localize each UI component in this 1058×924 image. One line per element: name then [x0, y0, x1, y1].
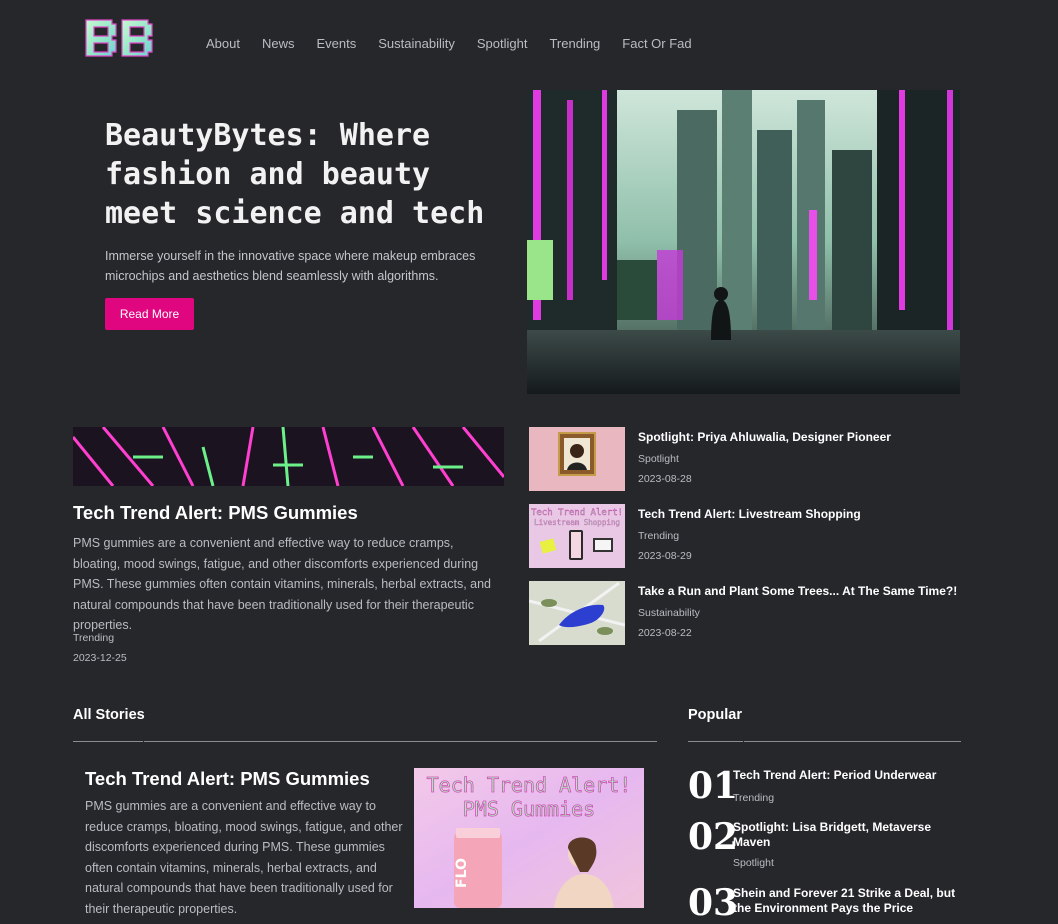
- all-stories-divider: [73, 741, 657, 742]
- svg-text:PMS Gummies: PMS Gummies: [463, 797, 595, 821]
- popular-rank: 01: [688, 765, 739, 807]
- nav-news[interactable]: News: [262, 36, 295, 51]
- article-thumbnail[interactable]: [529, 581, 625, 645]
- popular-title[interactable]: Spotlight: Lisa Bridgett, Metaverse Mave…: [733, 820, 961, 850]
- nav-events[interactable]: Events: [317, 36, 357, 51]
- article-category[interactable]: Sustainability: [638, 607, 700, 619]
- hero-image[interactable]: [527, 90, 960, 394]
- featured-category[interactable]: Trending: [73, 632, 114, 644]
- story-image[interactable]: Tech Trend Alert! PMS Gummies FLO: [414, 768, 644, 908]
- popular-divider: [688, 741, 961, 742]
- article-title[interactable]: Take a Run and Plant Some Trees... At Th…: [638, 584, 957, 598]
- divider-notch: [743, 740, 744, 742]
- story-text: PMS gummies are a convenient and effecti…: [85, 799, 403, 916]
- list-item[interactable]: Take a Run and Plant Some Trees... At Th…: [529, 581, 959, 645]
- svg-text:Tech Trend Alert!: Tech Trend Alert!: [427, 773, 632, 797]
- popular-category[interactable]: Trending: [733, 792, 774, 804]
- article-thumbnail[interactable]: Tech Trend Alert! Livestream Shopping: [529, 504, 625, 568]
- nav-spotlight[interactable]: Spotlight: [477, 36, 528, 51]
- svg-text:FLO: FLO: [454, 858, 470, 888]
- article-category[interactable]: Trending: [638, 530, 679, 542]
- all-stories-heading: All Stories: [73, 707, 145, 723]
- list-item[interactable]: Tech Trend Alert! Livestream Shopping Te…: [529, 504, 959, 568]
- article-date: 2023-08-29: [638, 550, 692, 562]
- popular-rank: 03: [688, 882, 739, 924]
- featured-title[interactable]: Tech Trend Alert: PMS Gummies: [73, 502, 358, 524]
- featured-date: 2023-12-25: [73, 652, 127, 664]
- list-item[interactable]: Spotlight: Priya Ahluwalia, Designer Pio…: [529, 427, 959, 491]
- article-category[interactable]: Spotlight: [638, 453, 679, 465]
- nav-fact-or-fad[interactable]: Fact Or Fad: [622, 36, 691, 51]
- nav-about[interactable]: About: [206, 36, 240, 51]
- article-title[interactable]: Tech Trend Alert: Livestream Shopping: [638, 507, 861, 521]
- svg-text:Tech Trend Alert!: Tech Trend Alert!: [531, 508, 623, 518]
- featured-text: PMS gummies are a convenient and effecti…: [73, 536, 492, 632]
- read-more-button[interactable]: Read More: [105, 298, 194, 330]
- article-date: 2023-08-28: [638, 473, 692, 485]
- popular-title[interactable]: Shein and Forever 21 Strike a Deal, but …: [733, 886, 961, 916]
- nav-trending[interactable]: Trending: [549, 36, 600, 51]
- popular-category[interactable]: Spotlight: [733, 857, 774, 869]
- svg-text:Livestream Shopping: Livestream Shopping: [534, 518, 620, 527]
- article-date: 2023-08-22: [638, 627, 692, 639]
- popular-heading: Popular: [688, 707, 742, 723]
- story-title[interactable]: Tech Trend Alert: PMS Gummies: [85, 768, 370, 790]
- featured-image[interactable]: [73, 427, 504, 486]
- hero-subtitle: Immerse yourself in the innovative space…: [105, 249, 476, 283]
- site-logo[interactable]: BB: [84, 18, 158, 62]
- article-thumbnail[interactable]: [529, 427, 625, 491]
- article-title[interactable]: Spotlight: Priya Ahluwalia, Designer Pio…: [638, 430, 891, 444]
- popular-title[interactable]: Tech Trend Alert: Period Underwear: [733, 768, 961, 783]
- divider-notch: [143, 740, 144, 742]
- popular-rank: 02: [688, 816, 739, 858]
- hero-title: BeautyBytes: Where fashion and beauty me…: [105, 118, 485, 231]
- nav-sustainability[interactable]: Sustainability: [378, 36, 455, 51]
- main-nav: About News Events Sustainability Spotlig…: [206, 36, 714, 51]
